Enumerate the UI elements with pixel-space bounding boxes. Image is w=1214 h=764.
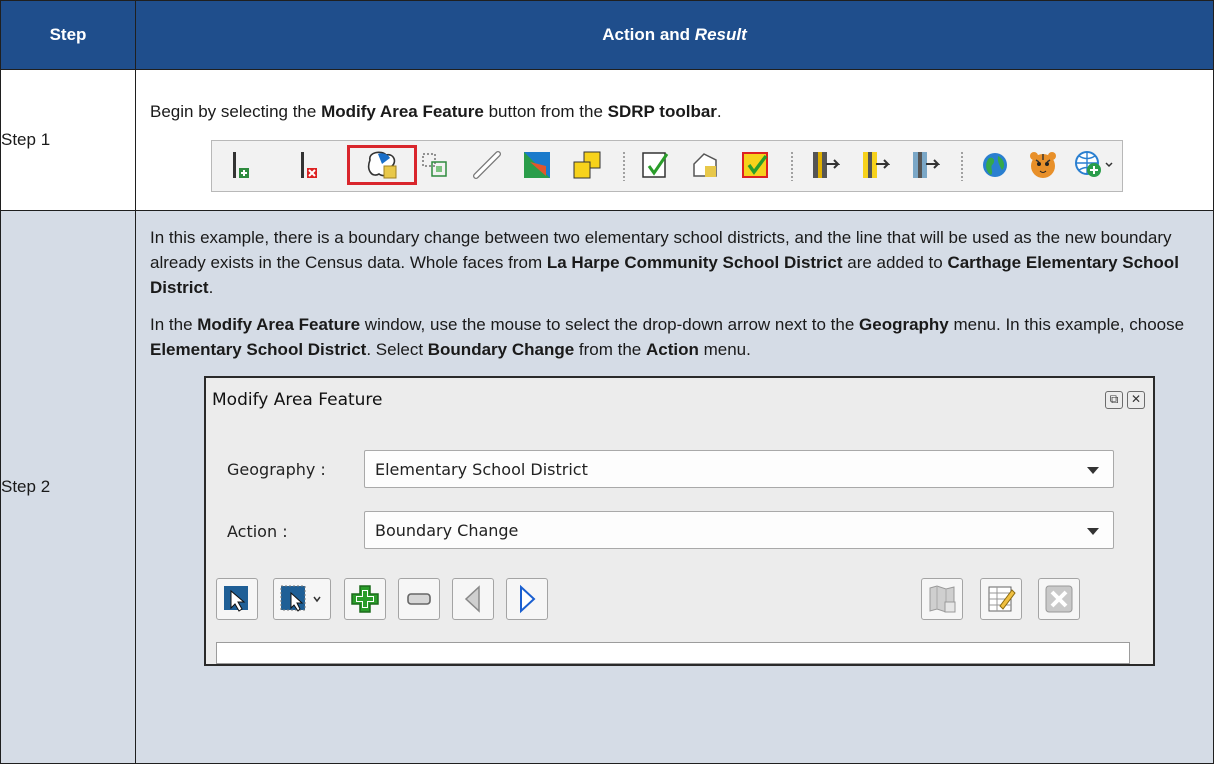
select-feature-button[interactable] <box>216 578 258 620</box>
toolbar-separator <box>790 150 794 181</box>
attribute-table-button[interactable] <box>980 578 1022 620</box>
text-run: button from the <box>483 101 608 121</box>
select-cursor-icon <box>224 586 248 612</box>
cancel-button[interactable] <box>1038 578 1080 620</box>
export-files-icon[interactable] <box>910 150 940 180</box>
text-run: . Select <box>366 340 428 359</box>
bold-term: Boundary Change <box>427 340 575 359</box>
minus-icon <box>407 593 431 605</box>
arrow-left-icon <box>464 585 480 613</box>
text-run: from the <box>574 340 646 359</box>
map-view-button[interactable] <box>921 578 963 620</box>
text-run: In the <box>150 315 198 334</box>
modify-area-feature-icon[interactable] <box>364 150 404 180</box>
close-window-icon[interactable]: ✕ <box>1127 391 1145 409</box>
step-2-paragraph-2: In the Modify Area Feature window, use t… <box>150 312 1199 362</box>
previous-button[interactable] <box>452 578 494 620</box>
remove-button[interactable] <box>398 578 440 620</box>
text-run: menu. <box>698 340 751 359</box>
toolbar-separator <box>622 150 626 181</box>
text-run: are added to <box>842 253 948 272</box>
bold-term: Geography <box>859 315 949 334</box>
header-action: Action and Result <box>135 0 1214 70</box>
window-title: Modify Area Feature <box>212 390 383 410</box>
add-button[interactable] <box>344 578 386 620</box>
bold-term: La Harpe Community School District <box>546 253 843 272</box>
text-run: Begin by selecting the <box>150 101 322 121</box>
modify-area-feature-window: Modify Area Feature ⧉ ✕ Geography : Eleme… <box>204 376 1155 666</box>
step-1-label: Step 1 <box>0 69 136 211</box>
tiger-icon[interactable] <box>1028 150 1058 180</box>
measure-ruler-icon[interactable] <box>472 150 502 180</box>
text-run: . <box>208 278 214 297</box>
add-web-service-icon[interactable] <box>1074 150 1116 180</box>
text-run: window, use the mouse to select the drop… <box>360 315 860 334</box>
action-label: Action : <box>227 522 288 541</box>
step-1-content: Begin by selecting the Modify Area Featu… <box>135 69 1214 211</box>
action-select[interactable]: Boundary Change <box>364 511 1114 549</box>
close-icon <box>1045 585 1073 613</box>
polygon-fill-icon[interactable] <box>522 150 552 180</box>
sdrp-toolbar <box>211 139 1123 192</box>
overlap-squares-icon[interactable] <box>572 150 602 180</box>
bold-term: Elementary School District <box>150 340 367 359</box>
feature-list[interactable] <box>216 642 1130 664</box>
text-run: . <box>716 101 722 121</box>
float-window-icon[interactable]: ⧉ <box>1105 391 1123 409</box>
steps-table: Step Action and Result Step 1 Begin by s… <box>0 0 1214 764</box>
map-icon <box>929 585 956 613</box>
select-by-area-button[interactable] <box>273 578 331 620</box>
bold-term: SDRP toolbar <box>607 101 717 121</box>
geography-select[interactable]: Elementary School District <box>364 450 1114 488</box>
delete-line-icon[interactable] <box>298 150 328 180</box>
globe-icon[interactable] <box>980 150 1010 180</box>
next-button[interactable] <box>506 578 548 620</box>
text-run: menu. In this example, choose <box>948 315 1185 334</box>
export-zip-icon[interactable] <box>810 150 840 180</box>
bold-term: Action <box>645 340 699 359</box>
add-line-icon[interactable] <box>230 150 260 180</box>
step-2-paragraph-1: In this example, there is a boundary cha… <box>150 225 1199 300</box>
edit-table-icon <box>988 586 1016 612</box>
toolbar-separator <box>960 150 964 181</box>
plus-icon <box>351 585 379 613</box>
geography-label: Geography : <box>227 460 326 479</box>
step-2-label: Step 2 <box>0 210 136 764</box>
header-step: Step <box>0 0 136 70</box>
validate-check-icon[interactable] <box>640 150 670 180</box>
step-2-content: In this example, there is a boundary cha… <box>135 210 1214 764</box>
chevron-down-icon <box>1087 528 1099 535</box>
split-geometry-icon[interactable] <box>420 150 450 180</box>
reshape-polygon-icon[interactable] <box>690 150 720 180</box>
bold-term: Modify Area Feature <box>321 101 484 121</box>
chevron-down-icon <box>1087 467 1099 474</box>
accept-changes-icon[interactable] <box>740 150 770 180</box>
export-package-icon[interactable] <box>860 150 890 180</box>
bold-term: Modify Area Feature <box>197 315 361 334</box>
step-1-text: Begin by selecting the Modify Area Featu… <box>150 99 1199 124</box>
arrow-right-icon <box>520 584 536 614</box>
select-area-icon <box>280 585 321 612</box>
